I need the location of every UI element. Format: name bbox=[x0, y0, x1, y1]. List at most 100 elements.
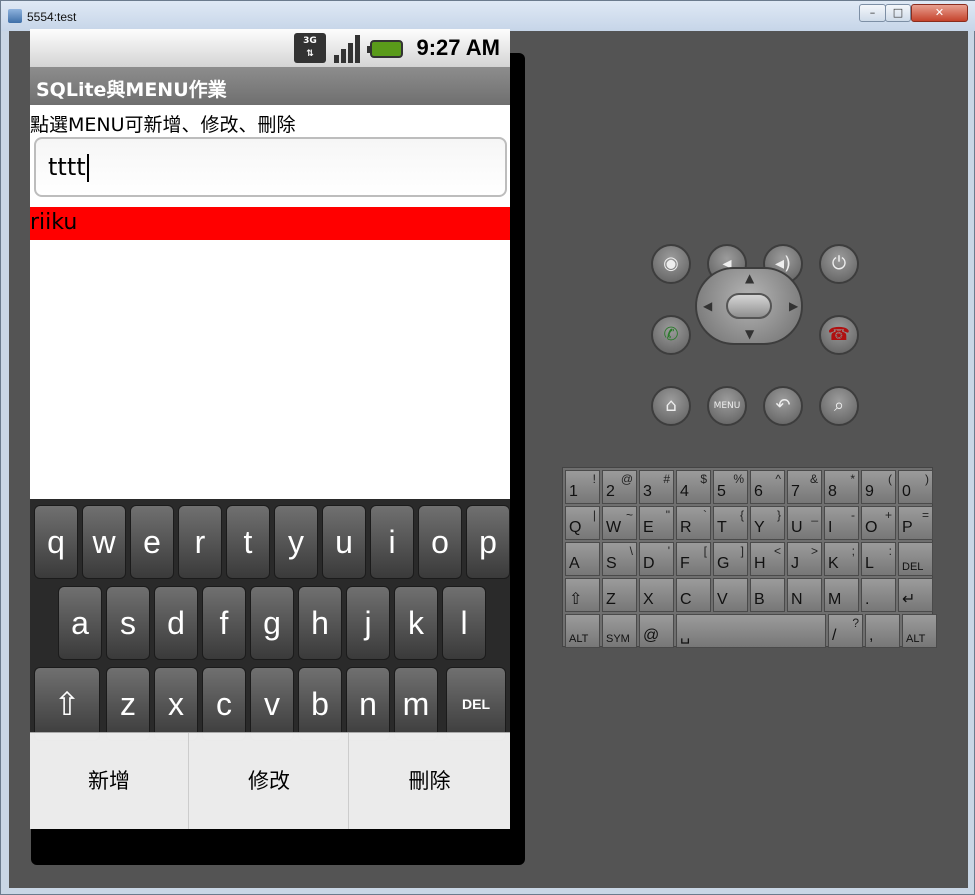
maximize-button[interactable]: □ bbox=[885, 4, 911, 22]
hw-key-6-row4[interactable]: N bbox=[787, 578, 822, 612]
hw-key-5-row2[interactable]: Y} bbox=[750, 506, 785, 540]
hw-key-3-row1[interactable]: 4 $ bbox=[676, 470, 711, 504]
hw-key-3-row3[interactable]: F[ bbox=[676, 542, 711, 576]
hw-key-9-row3[interactable]: DEL bbox=[898, 542, 933, 576]
hw-key-7-row1[interactable]: 8 * bbox=[824, 470, 859, 504]
search-icon[interactable]: ⌕ bbox=[819, 386, 859, 426]
hw-key-2-row1[interactable]: 3 # bbox=[639, 470, 674, 504]
shift-key[interactable]: ⇧ bbox=[34, 667, 100, 741]
hw-key-8-row3[interactable]: L: bbox=[861, 542, 896, 576]
key-s[interactable]: s bbox=[106, 586, 150, 660]
hw-key-5-row4[interactable]: B bbox=[750, 578, 785, 612]
key-z[interactable]: z bbox=[106, 667, 150, 741]
hw-key-alt: - bbox=[851, 508, 855, 522]
hw-key-2-row4[interactable]: X bbox=[639, 578, 674, 612]
hw-key-9-row4[interactable]: ↵ bbox=[898, 578, 933, 612]
key-c[interactable]: c bbox=[202, 667, 246, 741]
key-y[interactable]: y bbox=[274, 505, 318, 579]
hw-key-0-row1[interactable]: 1! bbox=[565, 470, 600, 504]
dpad-left-icon[interactable]: ◀ bbox=[703, 299, 712, 313]
hw-key-8-row4[interactable]: . bbox=[861, 578, 896, 612]
hw-key-6-row5[interactable]: ALT bbox=[902, 614, 937, 648]
close-button[interactable]: ✕ bbox=[911, 4, 968, 22]
hw-key-6-row1[interactable]: 7 & bbox=[787, 470, 822, 504]
minimize-button[interactable]: – bbox=[859, 4, 886, 22]
key-x[interactable]: x bbox=[154, 667, 198, 741]
dpad[interactable]: ▲ ▼ ◀ ▶ bbox=[695, 267, 803, 345]
menu-edit[interactable]: 修改 bbox=[190, 733, 349, 829]
hw-key-6-row2[interactable]: U _ bbox=[787, 506, 822, 540]
key-u[interactable]: u bbox=[322, 505, 366, 579]
hw-key-8-row1[interactable]: 9( bbox=[861, 470, 896, 504]
hw-key-1-row4[interactable]: Z bbox=[602, 578, 637, 612]
hw-key-2-row3[interactable]: D ' bbox=[639, 542, 674, 576]
hw-key-3-row2[interactable]: R ` bbox=[676, 506, 711, 540]
hw-key-1-row2[interactable]: W ~ bbox=[602, 506, 637, 540]
hw-key-0-row3[interactable]: A bbox=[565, 542, 600, 576]
key-t[interactable]: t bbox=[226, 505, 270, 579]
hw-key-8-row2[interactable]: O + bbox=[861, 506, 896, 540]
hw-key-0-row4[interactable]: ⇧ bbox=[565, 578, 600, 612]
hw-key-5-row1[interactable]: 6 ^ bbox=[750, 470, 785, 504]
hw-key-7-row2[interactable]: I- bbox=[824, 506, 859, 540]
key-q[interactable]: q bbox=[34, 505, 78, 579]
back-icon[interactable]: ↶ bbox=[763, 386, 803, 426]
key-r[interactable]: r bbox=[178, 505, 222, 579]
key-b[interactable]: b bbox=[298, 667, 342, 741]
delete-key[interactable]: DEL bbox=[446, 667, 506, 741]
camera-icon[interactable]: ◉ bbox=[651, 244, 691, 284]
key-p[interactable]: p bbox=[466, 505, 510, 579]
hw-key-4-row4[interactable]: V bbox=[713, 578, 748, 612]
key-d[interactable]: d bbox=[154, 586, 198, 660]
hw-key-7-row4[interactable]: M bbox=[824, 578, 859, 612]
call-icon[interactable]: ✆ bbox=[651, 315, 691, 355]
menu-delete[interactable]: 刪除 bbox=[350, 733, 509, 829]
hw-key-5-row3[interactable]: H < bbox=[750, 542, 785, 576]
hw-key-2-row5[interactable]: @ bbox=[639, 614, 674, 648]
key-o[interactable]: o bbox=[418, 505, 462, 579]
hw-key-5-row5[interactable]: , bbox=[865, 614, 900, 648]
key-e[interactable]: e bbox=[130, 505, 174, 579]
dpad-down-icon[interactable]: ▼ bbox=[745, 327, 754, 341]
hw-key-0-row2[interactable]: Q | bbox=[565, 506, 600, 540]
text-input-value: tttt bbox=[48, 153, 89, 182]
hw-key-3-row5[interactable]: ␣ bbox=[676, 614, 826, 648]
key-v[interactable]: v bbox=[250, 667, 294, 741]
hw-key-3-row4[interactable]: C bbox=[676, 578, 711, 612]
key-j[interactable]: j bbox=[346, 586, 390, 660]
key-w[interactable]: w bbox=[82, 505, 126, 579]
key-i[interactable]: i bbox=[370, 505, 414, 579]
hw-key-9-row1[interactable]: 0) bbox=[898, 470, 933, 504]
hw-key-1-row3[interactable]: S \ bbox=[602, 542, 637, 576]
key-k[interactable]: k bbox=[394, 586, 438, 660]
key-f[interactable]: f bbox=[202, 586, 246, 660]
key-g[interactable]: g bbox=[250, 586, 294, 660]
key-m[interactable]: m bbox=[394, 667, 438, 741]
hw-key-7-row3[interactable]: K; bbox=[824, 542, 859, 576]
list-item[interactable]: riiku bbox=[30, 207, 510, 240]
hw-key-9-row2[interactable]: P = bbox=[898, 506, 933, 540]
hw-key-1-row5[interactable]: SYM bbox=[602, 614, 637, 648]
key-l[interactable]: l bbox=[442, 586, 486, 660]
hw-key-2-row2[interactable]: E " bbox=[639, 506, 674, 540]
hw-key-4-row5[interactable]: /? bbox=[828, 614, 863, 648]
hw-key-1-row1[interactable]: 2 @ bbox=[602, 470, 637, 504]
hw-key-4-row3[interactable]: G] bbox=[713, 542, 748, 576]
home-icon[interactable]: ⌂ bbox=[651, 386, 691, 426]
dpad-right-icon[interactable]: ▶ bbox=[789, 299, 798, 313]
end-call-icon[interactable]: ☎ bbox=[819, 315, 859, 355]
dpad-up-icon[interactable]: ▲ bbox=[745, 271, 754, 285]
power-icon[interactable]: ⏻ bbox=[819, 244, 859, 284]
menu-button[interactable]: MENU bbox=[707, 386, 747, 426]
hw-key-4-row2[interactable]: T{ bbox=[713, 506, 748, 540]
key-h[interactable]: h bbox=[298, 586, 342, 660]
text-input[interactable]: tttt bbox=[34, 137, 507, 197]
menu-add[interactable]: 新增 bbox=[30, 733, 189, 829]
hw-key-0-row5[interactable]: ALT bbox=[565, 614, 600, 648]
key-a[interactable]: a bbox=[58, 586, 102, 660]
hw-key-4-row1[interactable]: 5% bbox=[713, 470, 748, 504]
hw-key-6-row3[interactable]: J > bbox=[787, 542, 822, 576]
title-bar[interactable]: 5554:test – □ ✕ bbox=[1, 1, 975, 31]
dpad-center[interactable] bbox=[726, 293, 772, 319]
key-n[interactable]: n bbox=[346, 667, 390, 741]
